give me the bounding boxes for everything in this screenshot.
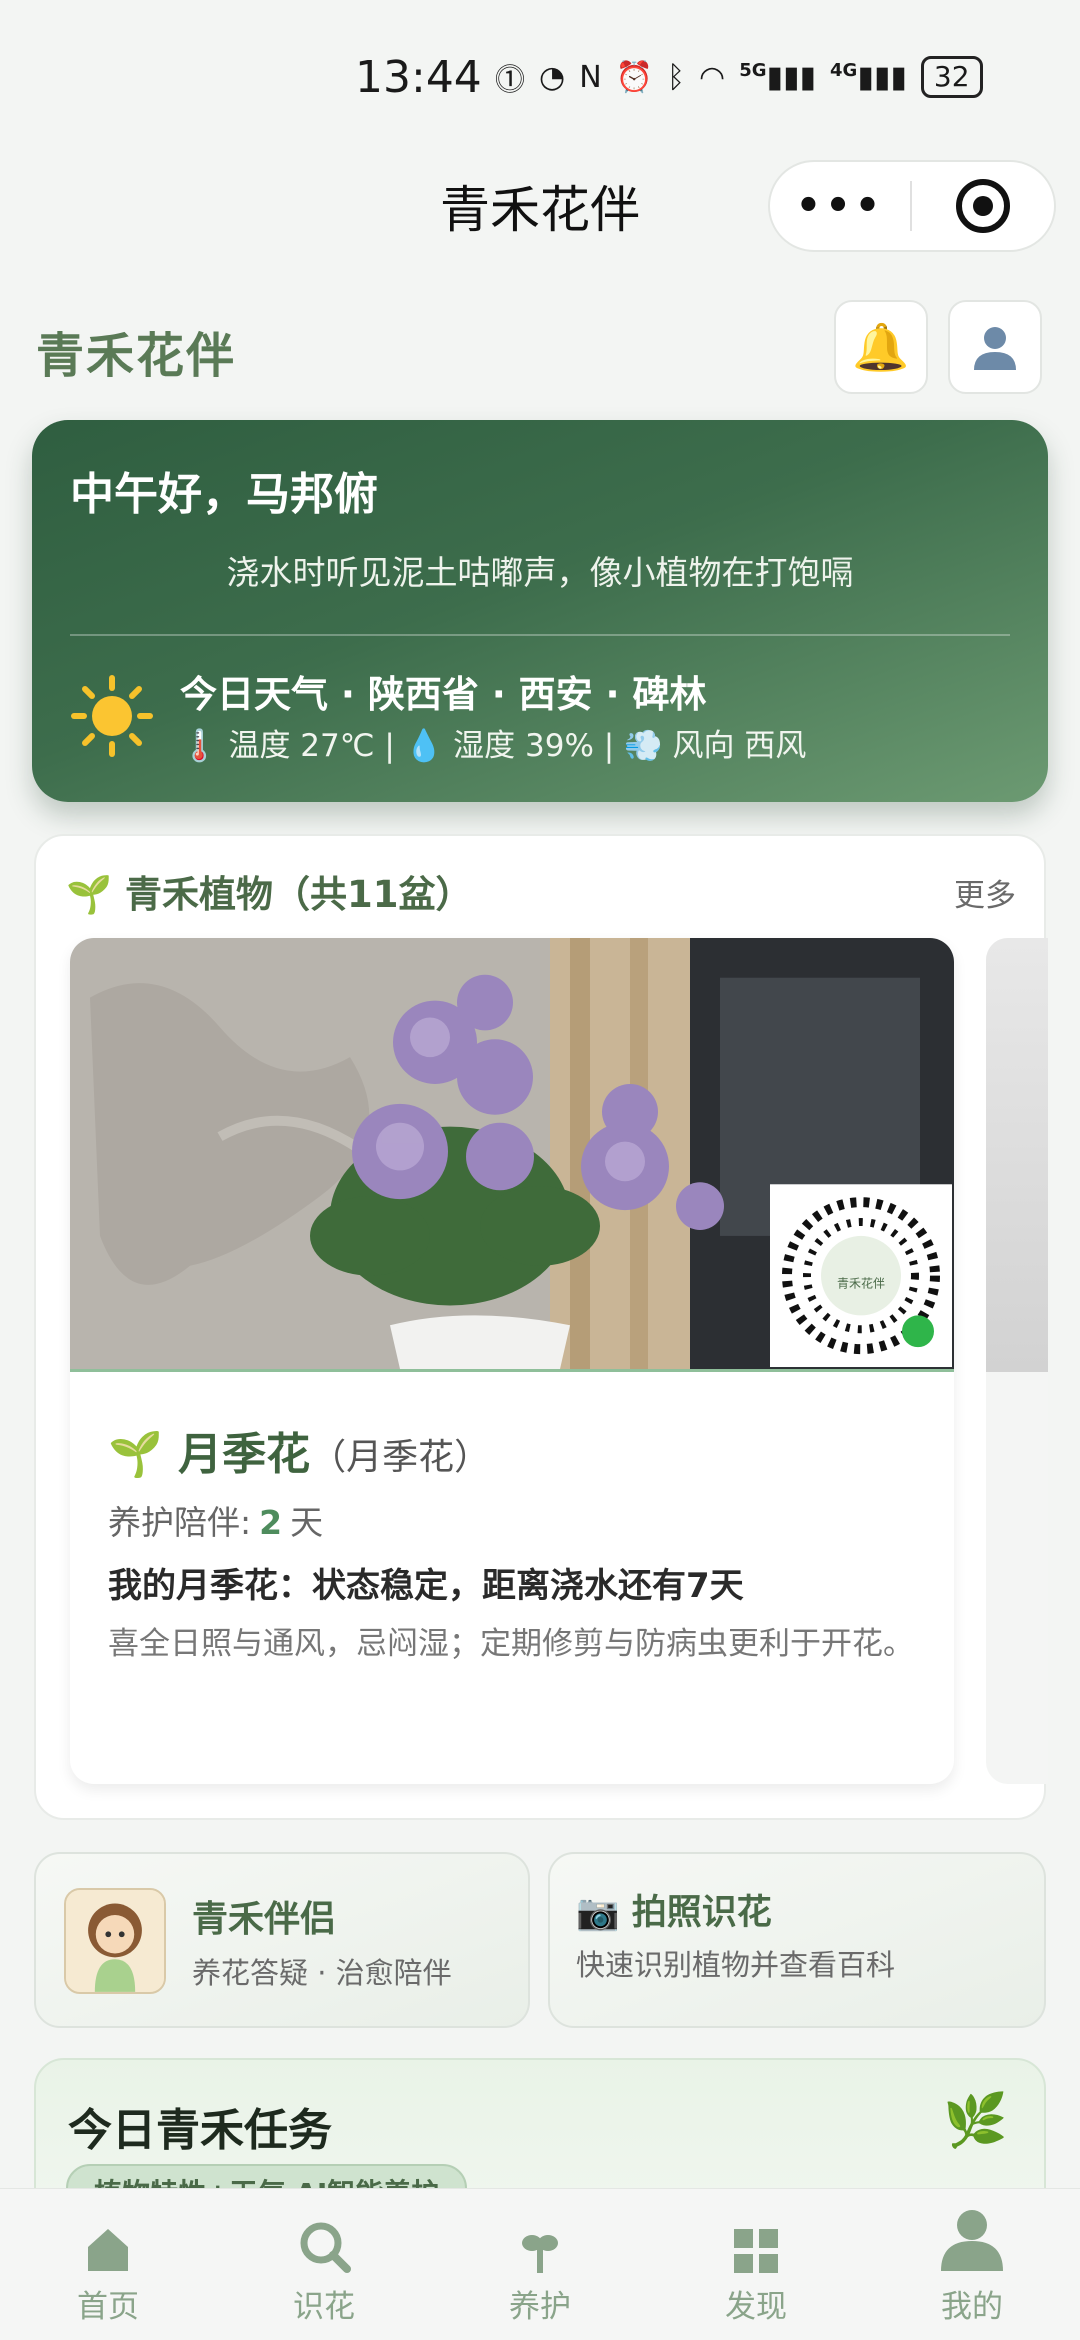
identify-card[interactable]: 📷 拍照识花 快速识别植物并查看百科 bbox=[548, 1852, 1046, 2028]
plant-alias: （月季花） bbox=[310, 1437, 491, 1478]
sprout-icon bbox=[432, 2207, 648, 2273]
grid-icon bbox=[648, 2207, 864, 2273]
speed-icon: ◔ bbox=[539, 59, 566, 95]
care-days-label: 养护陪伴: bbox=[108, 1503, 252, 1542]
tab-home[interactable]: 首页 bbox=[0, 2189, 216, 2340]
capsule-menu: ••• bbox=[768, 160, 1056, 252]
next-plant-photo bbox=[986, 938, 1048, 1372]
close-button[interactable] bbox=[912, 179, 1054, 233]
plants-section-title: 🌱 青禾植物（共11盆） bbox=[66, 873, 473, 916]
leaf-icon: 🌿 bbox=[943, 2091, 1008, 2151]
plant-care-days: 养护陪伴: 2 天 bbox=[108, 1496, 323, 1544]
more-plants-link[interactable]: 更多 bbox=[954, 870, 1016, 915]
companion-subtitle: 养花答疑 · 治愈陪伴 bbox=[192, 1956, 452, 1990]
plant-name: 🌱 月季花（月季花） bbox=[108, 1418, 490, 1482]
care-days-unit: 天 bbox=[290, 1503, 324, 1542]
mini-program-titlebar: 青禾花伴 ••• bbox=[0, 160, 1080, 252]
profile-button[interactable] bbox=[948, 300, 1042, 394]
status-time: 13:44 bbox=[355, 52, 482, 103]
weather-location: 今日天气 · 陕西省 · 西安 · 碑林 bbox=[180, 673, 707, 716]
home-icon bbox=[0, 2207, 216, 2273]
wifi-icon: ◠ bbox=[699, 59, 726, 95]
tasks-title: 今日青禾任务 bbox=[68, 2105, 332, 2156]
divider bbox=[70, 634, 1010, 636]
user-icon bbox=[974, 327, 1016, 370]
tab-mine[interactable]: 我的 bbox=[864, 2189, 1080, 2340]
weather-detail: 🌡️ 温度 27℃ | 💧 湿度 39% | 💨 风向 西风 bbox=[180, 728, 807, 764]
signal-5g-icon: 5G▮▮▮ bbox=[739, 59, 817, 95]
person-icon bbox=[864, 2207, 1080, 2273]
qr-code: 青禾花伴 bbox=[837, 1276, 885, 1291]
plant-name-text: 🌱 月季花 bbox=[108, 1429, 311, 1480]
greeting-title: 中午好，马邦俯 bbox=[70, 469, 378, 520]
next-plant-card[interactable] bbox=[986, 938, 1048, 1784]
plant-photo: 青禾花伴 bbox=[70, 938, 954, 1372]
tab-label: 我的 bbox=[941, 2289, 1003, 2325]
tab-care[interactable]: 养护 bbox=[432, 2189, 648, 2340]
tab-bar: 首页 识花 养护 发现 我的 bbox=[0, 2188, 1080, 2340]
companion-card[interactable]: 青禾伴侣 养花答疑 · 治愈陪伴 bbox=[34, 1852, 530, 2028]
notification-button[interactable]: 🔔 bbox=[834, 300, 928, 394]
plant-care-tip: 喜全日照与通风，忌闷湿；定期修剪与防病虫更利于开花。 bbox=[108, 1626, 914, 1662]
plants-section: 🌱 青禾植物（共11盆） 更多 青禾花伴 🌱 月季花（月季花） 养护陪伴: 2 … bbox=[34, 834, 1048, 1820]
tab-label: 首页 bbox=[77, 2289, 139, 2325]
identify-title: 📷 拍照识花 bbox=[576, 1893, 772, 1933]
care-days-value: 2 bbox=[259, 1503, 283, 1542]
tab-identify[interactable]: 识花 bbox=[216, 2189, 432, 2340]
bluetooth-icon: ᛒ bbox=[667, 59, 685, 95]
hd-icon: ⓵ bbox=[495, 63, 525, 98]
battery-icon: 32 bbox=[920, 56, 983, 98]
signal-4g-icon: 4G▮▮▮ bbox=[830, 59, 907, 95]
companion-title: 青禾伴侣 bbox=[192, 1899, 337, 1940]
search-icon bbox=[216, 2207, 432, 2273]
tab-discover[interactable]: 发现 bbox=[648, 2189, 864, 2340]
greeting-quote: 浇水时听见泥土咕嘟声，像小植物在打饱嗝 bbox=[226, 553, 854, 592]
tab-label: 识花 bbox=[293, 2289, 355, 2325]
greeting-card: 中午好，马邦俯 浇水时听见泥土咕嘟声，像小植物在打饱嗝 今日天气 · 陕西省 ·… bbox=[32, 420, 1048, 802]
status-icons: ⓵ ◔ N ⏰ ᛒ ◠ 5G▮▮▮ 4G▮▮▮ 32 bbox=[495, 55, 983, 99]
companion-avatar bbox=[64, 1888, 166, 1994]
plant-status: 我的月季花：状态稳定，距离浇水还有7天 bbox=[108, 1566, 744, 1606]
more-options-button[interactable]: ••• bbox=[770, 183, 910, 229]
tab-label: 养护 bbox=[509, 2289, 571, 2325]
nfc-icon: N bbox=[579, 59, 602, 95]
identify-subtitle: 快速识别植物并查看百科 bbox=[576, 1948, 896, 1982]
alarm-icon: ⏰ bbox=[615, 59, 653, 95]
plant-card[interactable]: 青禾花伴 🌱 月季花（月季花） 养护陪伴: 2 天 我的月季花：状态稳定，距离浇水还… bbox=[70, 938, 954, 1784]
brand-title: 青禾花伴 bbox=[36, 328, 237, 384]
target-icon bbox=[956, 179, 1010, 233]
sun-icon bbox=[71, 675, 153, 757]
status-bar: 13:44 ⓵ ◔ N ⏰ ᛒ ◠ 5G▮▮▮ 4G▮▮▮ 32 bbox=[0, 0, 1080, 150]
tab-label: 发现 bbox=[725, 2289, 787, 2325]
bell-icon: 🔔 bbox=[852, 319, 910, 374]
